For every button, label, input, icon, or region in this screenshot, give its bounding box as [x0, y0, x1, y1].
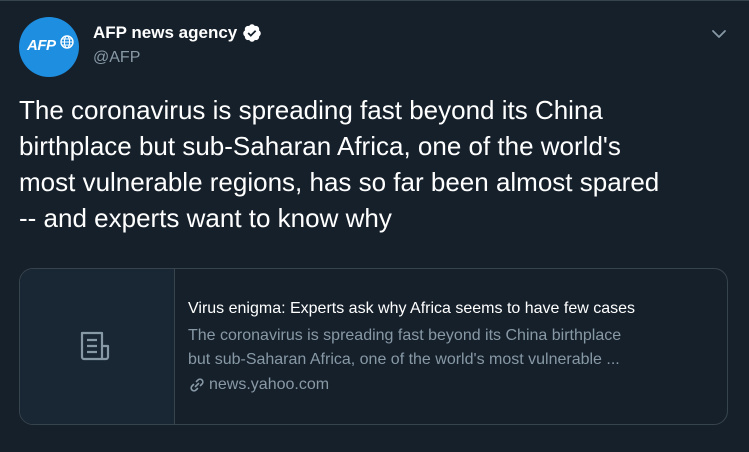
link-preview-card[interactable]: Virus enigma: Experts ask why Africa see…	[19, 268, 728, 425]
card-domain-text[interactable]: news.yahoo.com	[209, 376, 329, 394]
top-divider	[0, 0, 749, 1]
avatar-logo-text: AFP	[27, 37, 56, 54]
tweet-text: The coronavirus is spreading fast beyond…	[19, 95, 660, 233]
author-handle[interactable]: @AFP	[93, 49, 140, 67]
link-icon	[190, 378, 204, 392]
article-icon	[80, 331, 110, 361]
globe-icon	[60, 35, 74, 49]
card-title[interactable]: Virus enigma: Experts ask why Africa see…	[188, 300, 635, 318]
avatar[interactable]: AFP	[19, 17, 79, 77]
card-domain[interactable]: news.yahoo.com	[188, 376, 329, 394]
verified-badge-icon	[243, 24, 261, 42]
card-description: The coronavirus is spreading fast beyond…	[188, 327, 622, 368]
author-name-text[interactable]: AFP news agency	[93, 23, 237, 43]
author-display-name[interactable]: AFP news agency	[93, 23, 262, 43]
chevron-down-icon[interactable]	[709, 24, 729, 44]
card-thumbnail	[20, 269, 175, 424]
